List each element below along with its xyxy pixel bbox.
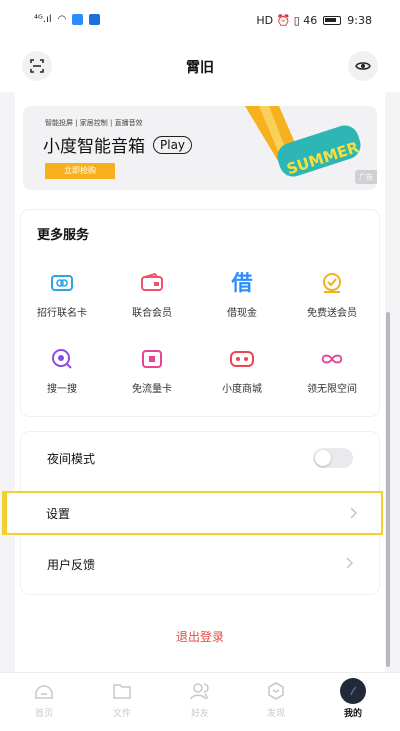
logout-button[interactable]: 退出登录 [21, 628, 379, 645]
infinity-icon [321, 354, 343, 364]
store-icon [230, 351, 254, 367]
status-bar: ⁴ᴳ.ıl ◠ HD ⏰ ▯ 46 9:38 [0, 0, 400, 40]
feedback-row[interactable]: 用户反馈 [21, 538, 379, 590]
tab-label: 首页 [34, 709, 53, 719]
service-item-search[interactable]: 搜一搜 [19, 346, 105, 395]
tab-label: 我的 [343, 709, 362, 719]
service-item-unlimited-space[interactable]: 领无限空间 [289, 346, 375, 395]
service-label: 免流量卡 [132, 384, 172, 395]
promo-banner[interactable]: 智能投屏 | 家居控制 | 直播音效 小度智能音箱 Play 立即抢购 SUMM… [23, 106, 377, 190]
settings-row[interactable]: 设置 [2, 491, 383, 535]
service-item-xiaodu-store[interactable]: 小度商城 [199, 346, 285, 395]
ad-label: 广告 [355, 170, 377, 184]
service-item-borrow-cash[interactable]: 借 借现金 [199, 270, 285, 319]
discover-icon [268, 682, 284, 700]
signal-icon: ⁴ᴳ.ıl [34, 14, 52, 25]
buy-now-button[interactable]: 立即抢购 [45, 163, 115, 179]
home-icon [35, 685, 53, 699]
service-label: 联合会员 [132, 308, 172, 319]
services-title: 更多服务 [37, 228, 90, 243]
tab-profile[interactable]: 我的 [323, 678, 383, 719]
service-item-cmb-card[interactable]: 招行联名卡 [19, 270, 105, 319]
user-icon [350, 686, 357, 696]
card-icon [51, 275, 73, 291]
banner-tagline: 智能投屏 | 家居控制 | 直播音效 [45, 119, 143, 127]
privacy-eye-button[interactable] [348, 51, 378, 81]
eye-icon [355, 62, 371, 70]
wallet-icon [141, 273, 163, 291]
profile-avatar [340, 678, 366, 704]
service-label: 领无限空间 [307, 384, 357, 395]
page-title: 霄旧 [186, 60, 214, 76]
app-notification-icon [72, 14, 84, 25]
friends-icon [190, 683, 209, 700]
tab-friends[interactable]: 好友 [170, 679, 230, 719]
night-mode-label: 夜间模式 [47, 452, 96, 466]
search-icon [52, 349, 72, 369]
service-label: 小度商城 [222, 384, 262, 395]
service-label: 借现金 [227, 308, 257, 319]
settings-label: 设置 [46, 507, 71, 521]
top-header: 霄旧 [0, 40, 400, 92]
tab-home[interactable]: 首页 [14, 679, 74, 719]
app-screen: ⁴ᴳ.ıl ◠ HD ⏰ ▯ 46 9:38 霄旧 智能投屏 | 家居控制 | … [0, 0, 400, 731]
logout-card[interactable]: 退出登录 [21, 612, 379, 660]
borrow-icon: 借 [231, 271, 253, 295]
night-mode-toggle[interactable] [313, 448, 353, 468]
service-label: 招行联名卡 [37, 308, 87, 319]
service-item-free-vip[interactable]: 免费送会员 [289, 270, 375, 319]
feedback-label: 用户反馈 [47, 558, 96, 572]
night-mode-row: 夜间模式 [21, 432, 379, 484]
tab-label: 文件 [112, 709, 131, 719]
service-item-data-card[interactable]: 免流量卡 [109, 346, 195, 395]
banner-product: 小度智能音箱 [43, 137, 145, 157]
battery-icon [323, 16, 342, 25]
tab-label: 发现 [266, 709, 285, 719]
sim-icon [142, 350, 162, 368]
bottom-tab-bar: 首页 文件 好友 发现 我的 [0, 672, 400, 731]
service-item-joint-vip[interactable]: 联合会员 [109, 270, 195, 319]
content-panel: 智能投屏 | 家居控制 | 直播音效 小度智能音箱 Play 立即抢购 SUMM… [15, 92, 385, 672]
service-label: 免费送会员 [307, 308, 357, 319]
system-icons: HD ⏰ ▯ 46 [256, 14, 318, 27]
gift-icon [323, 273, 341, 293]
tab-label: 好友 [190, 709, 209, 719]
more-services-card: 更多服务 招行联名卡 联合会员 借 借现金 免费送会员 搜一搜 免流量卡 小度商… [21, 210, 379, 416]
tab-discover[interactable]: 发现 [246, 679, 306, 719]
scrollbar[interactable] [386, 312, 390, 667]
app-notification-icon-2 [89, 14, 101, 25]
banner-play-pill: Play [153, 135, 193, 154]
wifi-icon: ◠ [57, 14, 67, 25]
tab-files[interactable]: 文件 [92, 679, 152, 719]
clock-time: 9:38 [347, 14, 372, 27]
service-label: 搜一搜 [47, 384, 77, 395]
chevron-right-icon [346, 557, 353, 569]
chevron-right-icon [350, 507, 357, 519]
folder-icon [113, 684, 131, 699]
